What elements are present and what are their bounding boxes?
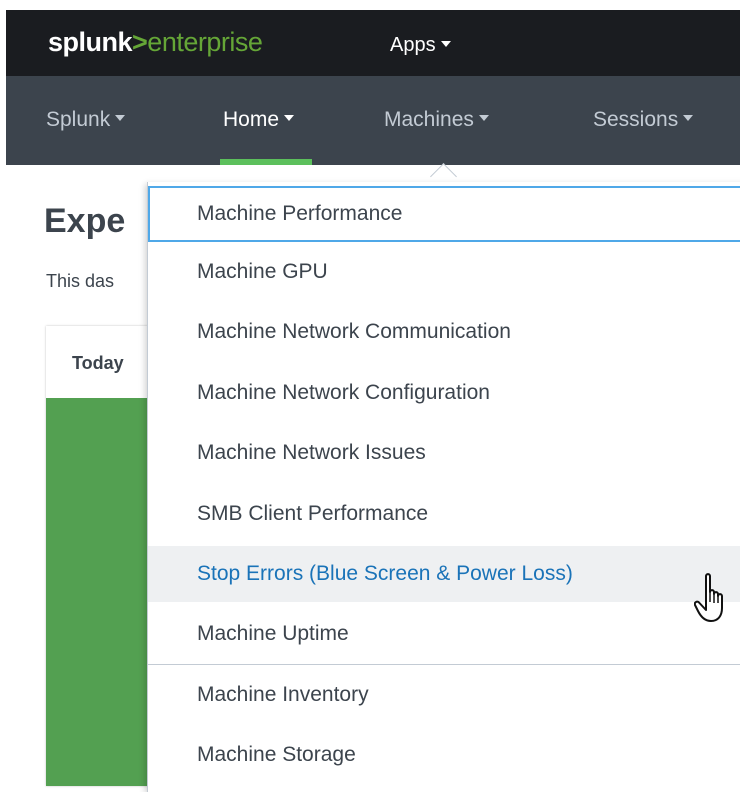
caret-down-icon [478, 115, 489, 122]
menu-item-smb-client-performance[interactable]: SMB Client Performance [148, 486, 740, 542]
app-nav-bar: Splunk Home Machines Sessions [6, 76, 740, 165]
logo-splunk-text: splunk [48, 27, 133, 57]
menu-item-machine-gpu[interactable]: Machine GPU [148, 244, 740, 300]
page-title: Expe [44, 202, 126, 240]
nav-item-label: Machines [384, 108, 474, 131]
nav-item-machines[interactable]: Machines [384, 108, 489, 132]
nav-item-label: Home [223, 108, 280, 131]
logo-gt-text: > [132, 27, 148, 57]
home-dropdown-menu: Machine Performance Machine GPU Machine … [147, 182, 740, 792]
menu-item-machine-network-communication[interactable]: Machine Network Communication [148, 304, 740, 360]
app-bar: splunk>enterprise Apps [6, 10, 740, 76]
caret-down-icon [683, 115, 694, 122]
nav-item-label: Sessions [593, 108, 679, 131]
apps-menu-label: Apps [390, 34, 436, 56]
menu-item-machine-network-configuration[interactable]: Machine Network Configuration [148, 365, 740, 421]
nav-item-home[interactable]: Home [223, 108, 295, 132]
menu-item-stop-errors[interactable]: Stop Errors (Blue Screen & Power Loss) [148, 546, 740, 602]
menu-item-machine-uptime[interactable]: Machine Uptime [148, 606, 740, 662]
logo-enterprise-text: enterprise [147, 27, 263, 57]
nav-item-sessions[interactable]: Sessions [593, 108, 694, 132]
caret-down-icon [440, 40, 451, 47]
page-description: This das [46, 271, 115, 291]
menu-divider [148, 664, 740, 665]
active-nav-indicator [220, 159, 312, 165]
caret-down-icon [284, 115, 295, 122]
menu-item-machine-performance[interactable]: Machine Performance [148, 186, 740, 242]
menu-item-machine-storage[interactable]: Machine Storage [148, 727, 740, 783]
nav-item-label: Splunk [46, 108, 111, 131]
nav-item-splunk[interactable]: Splunk [46, 108, 126, 132]
caret-down-icon [115, 115, 126, 122]
panel-title: Today [72, 353, 124, 373]
splunk-logo[interactable]: splunk>enterprise [48, 27, 263, 58]
apps-menu-button[interactable]: Apps [390, 34, 451, 57]
menu-item-machine-network-issues[interactable]: Machine Network Issues [148, 425, 740, 481]
menu-item-machine-inventory[interactable]: Machine Inventory [148, 667, 740, 723]
hand-pointer-icon [694, 573, 723, 622]
